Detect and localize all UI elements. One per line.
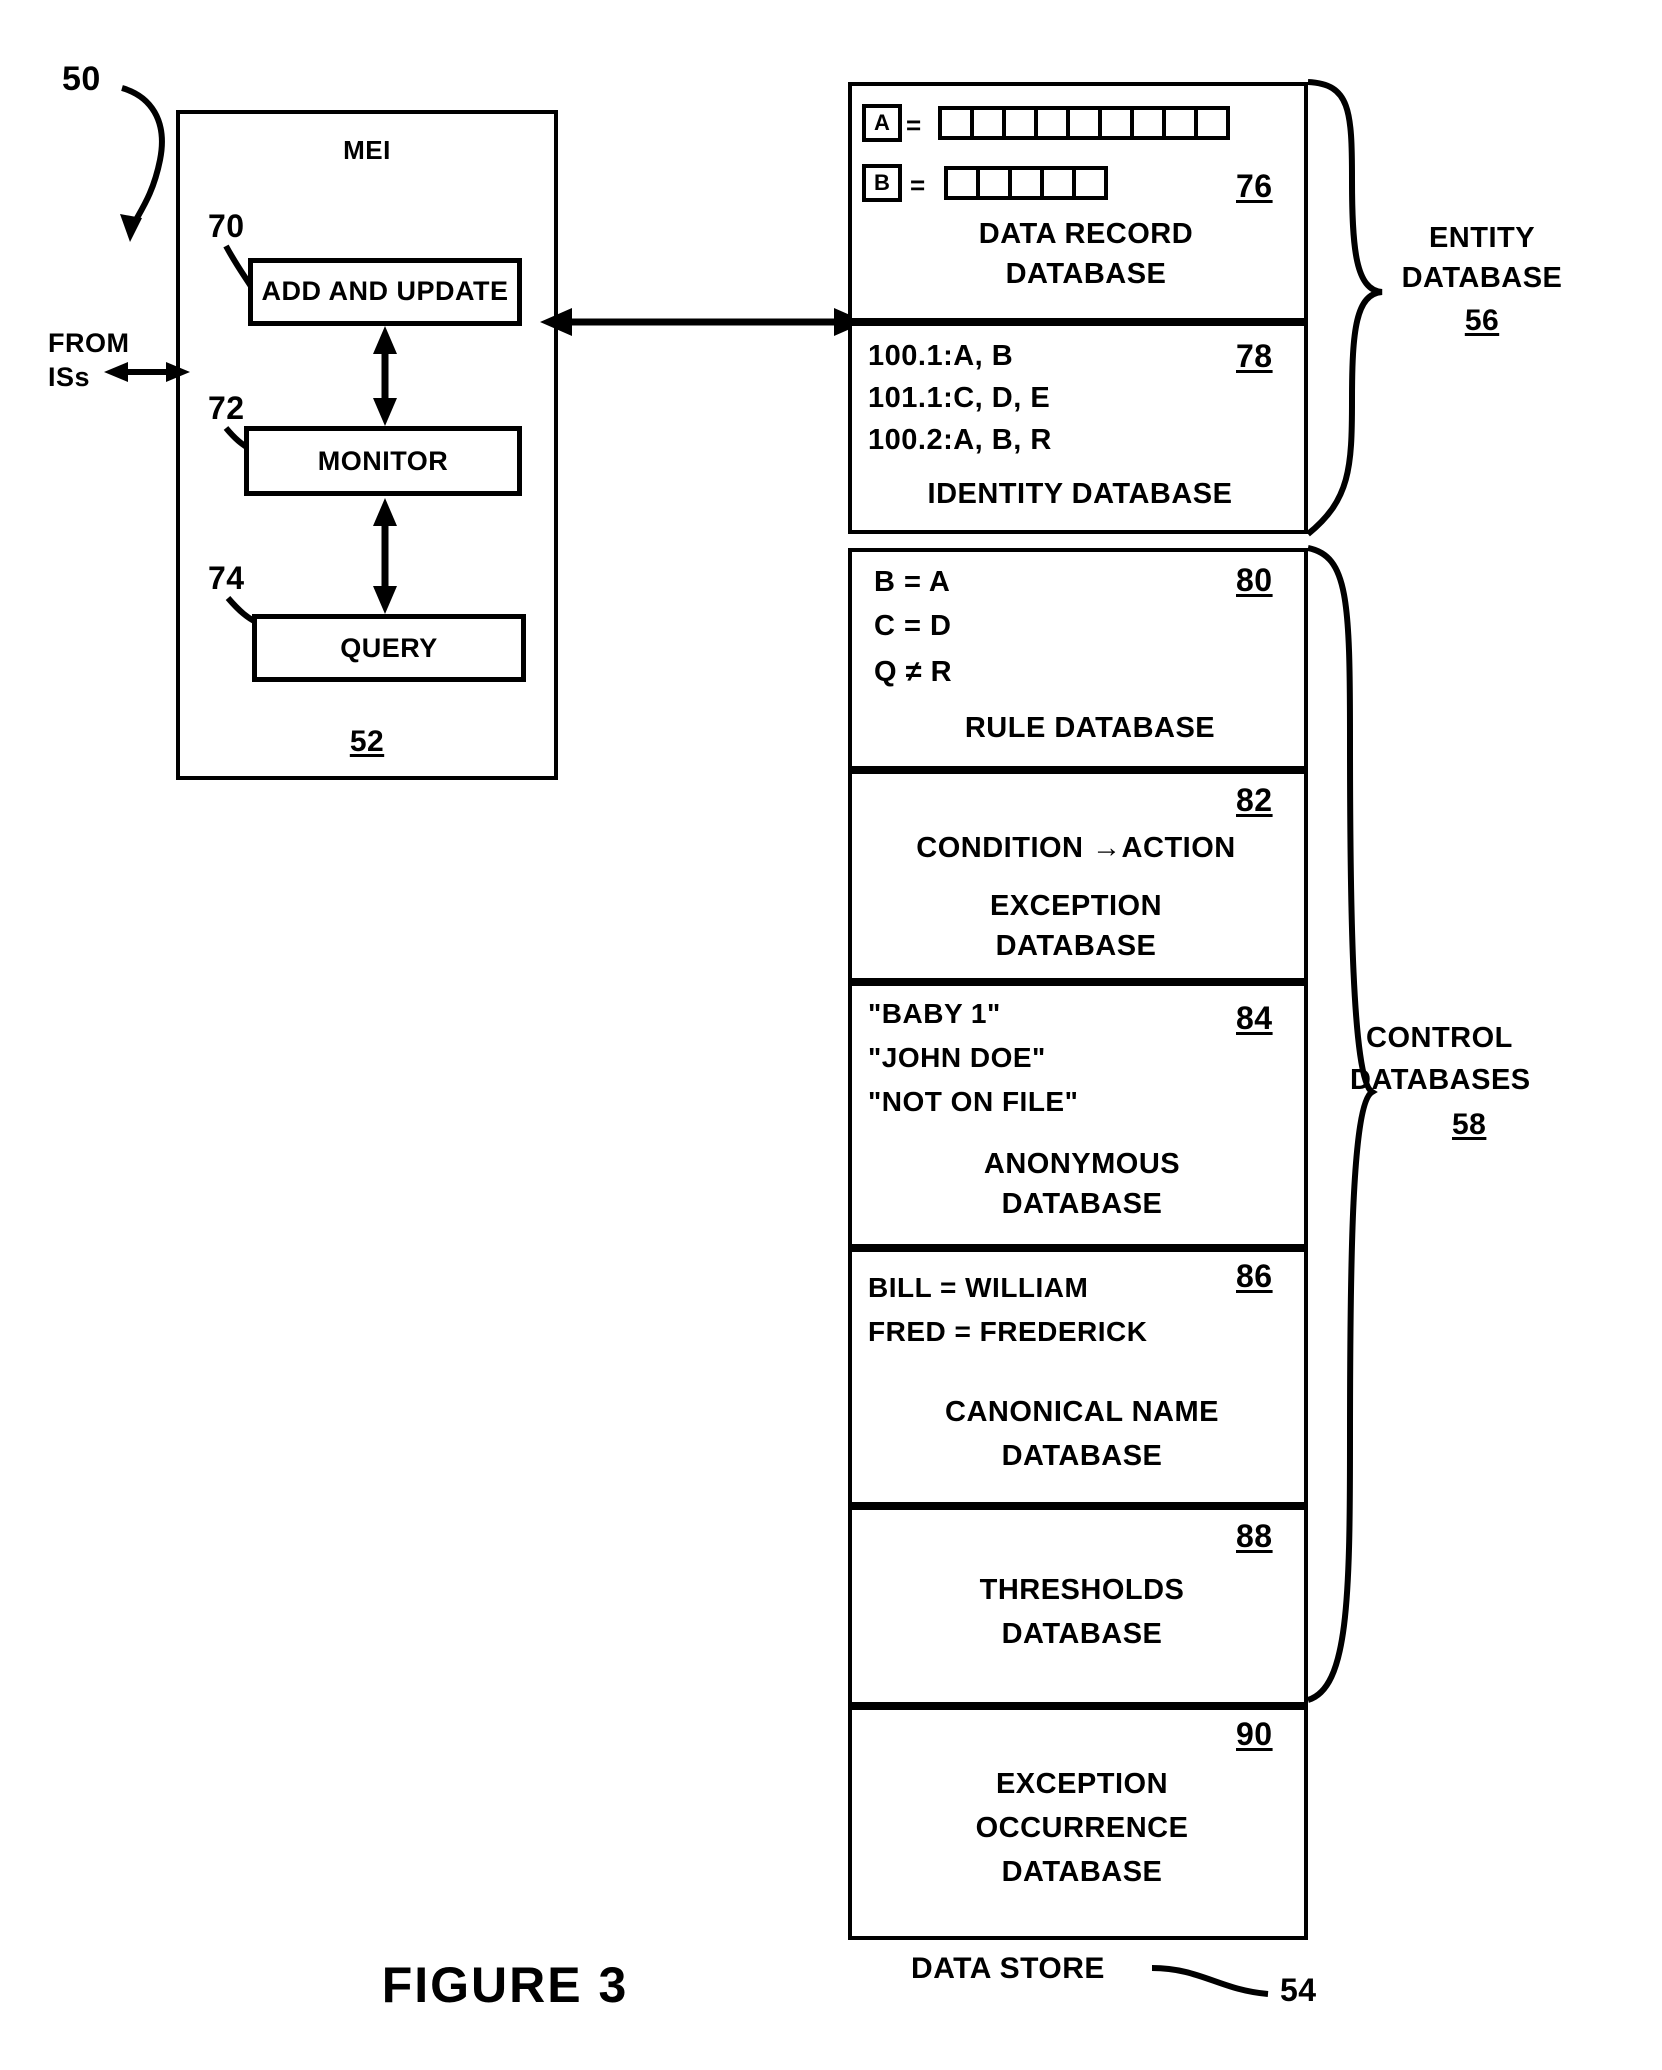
data-store-leader [1151,1965,1269,1997]
patent-figure-3: 50 MEI 52 FROM ISs 70 ADD AND UPDATE 72 … [0,0,1662,2070]
figure-caption: FIGURE 3 [381,1957,629,2013]
data-store-ref: 54 [1280,1972,1317,2008]
